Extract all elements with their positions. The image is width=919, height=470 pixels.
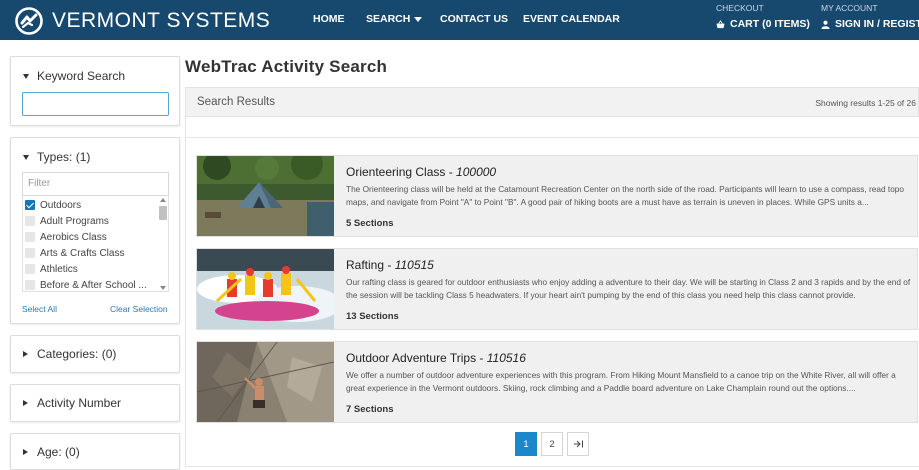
- activity-description: We offer a number of outdoor adventure e…: [346, 370, 896, 393]
- types-filter-input[interactable]: Filter: [22, 172, 169, 196]
- type-option-label: Outdoors: [40, 199, 82, 211]
- brand-logo[interactable]: VERMONT SYSTEMS: [14, 6, 270, 36]
- type-option-adult-programs[interactable]: Adult Programs: [25, 214, 109, 228]
- nav-contact-us[interactable]: CONTACT US: [440, 13, 508, 25]
- collapse-triangle-icon: [23, 73, 29, 79]
- activity-name: Rafting: [346, 258, 385, 272]
- types-panel: Types: (1) Filter Outdoors Adult Program…: [10, 137, 180, 324]
- checkbox[interactable]: [25, 232, 35, 242]
- activity-card[interactable]: Orienteering Class - 100000 The Orientee…: [196, 155, 918, 237]
- scroll-up-arrow-icon[interactable]: [160, 198, 166, 202]
- camping-tent-image[interactable]: [197, 156, 334, 236]
- checkbox[interactable]: [25, 248, 35, 258]
- last-page-icon: [573, 440, 583, 448]
- activity-number-panel[interactable]: Activity Number: [10, 384, 180, 422]
- age-panel[interactable]: Age: (0): [10, 433, 180, 470]
- sign-in-label: SIGN IN / REGISTER: [835, 18, 919, 30]
- activity-code: 110516: [486, 351, 526, 365]
- rock-climbing-image[interactable]: [197, 342, 334, 422]
- activity-card[interactable]: Outdoor Adventure Trips - 110516 We offe…: [196, 341, 918, 423]
- cart-link[interactable]: CART (0 ITEMS): [716, 18, 810, 30]
- type-option-outdoors[interactable]: Outdoors: [25, 198, 81, 212]
- activity-number-title: Activity Number: [37, 396, 122, 410]
- page-title: WebTrac Activity Search: [185, 57, 388, 76]
- type-option-aerobics-class[interactable]: Aerobics Class: [25, 230, 107, 244]
- activity-title[interactable]: Orienteering Class - 100000: [346, 165, 496, 179]
- activity-sections[interactable]: 5 Sections: [346, 218, 394, 229]
- nav-search-label: SEARCH: [366, 13, 411, 25]
- top-header: VERMONT SYSTEMS HOME SEARCH CONTACT US E…: [0, 0, 919, 40]
- type-option-label: Arts & Crafts Class: [40, 247, 125, 259]
- search-results-label: Search Results: [197, 96, 275, 108]
- types-scrollbar[interactable]: [159, 198, 167, 290]
- activity-description: Our rafting class is geared for outdoor …: [346, 277, 911, 300]
- checkout-label: CHECKOUT: [716, 3, 764, 13]
- sign-in-link[interactable]: SIGN IN / REGISTER: [821, 18, 919, 30]
- expand-triangle-icon: [23, 400, 28, 406]
- age-title: Age:: [37, 445, 62, 459]
- keyword-search-panel: Keyword Search: [10, 56, 180, 126]
- types-list[interactable]: Outdoors Adult Programs Aerobics Class A…: [22, 196, 169, 292]
- type-option-arts-crafts[interactable]: Arts & Crafts Class: [25, 246, 124, 260]
- scroll-thumb[interactable]: [159, 206, 167, 220]
- categories-count: (0): [101, 347, 117, 361]
- select-all-link[interactable]: Select All: [22, 304, 57, 314]
- expand-triangle-icon: [23, 449, 28, 455]
- cart-label: CART (0 ITEMS): [730, 18, 810, 30]
- expand-triangle-icon: [23, 351, 28, 357]
- activity-description: The Orienteering class will be held at t…: [346, 184, 905, 207]
- type-option-label: Athletics: [40, 263, 78, 275]
- whitewater-rafting-image[interactable]: [197, 249, 334, 329]
- type-option-label: Aerobics Class: [40, 231, 107, 243]
- activity-sections[interactable]: 13 Sections: [346, 311, 399, 322]
- age-header[interactable]: Age: (0): [23, 445, 80, 459]
- activity-name: Orienteering Class: [346, 165, 446, 179]
- keyword-search-header[interactable]: Keyword Search: [23, 69, 125, 83]
- activity-sections[interactable]: 7 Sections: [346, 404, 394, 415]
- search-results-bar: Search Results Showing results 1-25 of 2…: [185, 87, 919, 117]
- activity-title[interactable]: Rafting - 110515: [346, 258, 434, 272]
- page-button-2[interactable]: 2: [541, 432, 563, 456]
- clear-selection-link[interactable]: Clear Selection: [110, 304, 168, 314]
- pagination: 1 2: [515, 432, 589, 456]
- type-option-before-after-school[interactable]: Before & After School ...: [25, 278, 147, 291]
- categories-header[interactable]: Categories: (0): [23, 347, 116, 361]
- keyword-search-title: Keyword Search: [37, 69, 126, 83]
- checkbox-checked[interactable]: [25, 200, 35, 210]
- activity-title[interactable]: Outdoor Adventure Trips - 110516: [346, 351, 526, 365]
- type-option-athletics[interactable]: Athletics: [25, 262, 78, 276]
- age-count: (0): [65, 445, 80, 459]
- activity-card[interactable]: Rafting - 110515 Our rafting class is ge…: [196, 248, 918, 330]
- caret-down-icon: [414, 16, 423, 22]
- vermont-systems-logo-icon: [15, 7, 43, 35]
- basket-icon: [716, 19, 725, 28]
- activity-code: 100000: [456, 165, 497, 179]
- user-icon: [821, 20, 830, 29]
- nav-home[interactable]: HOME: [313, 13, 345, 25]
- collapse-triangle-icon: [23, 154, 29, 160]
- activity-code: 110515: [394, 258, 434, 272]
- activity-number-header[interactable]: Activity Number: [23, 396, 121, 410]
- type-option-label: Before & After School ...: [40, 279, 147, 291]
- divider: [185, 137, 919, 138]
- type-option-label: Adult Programs: [40, 215, 109, 227]
- types-count: (1): [75, 150, 91, 164]
- nav-event-calendar[interactable]: EVENT CALENDAR: [523, 13, 620, 25]
- checkbox[interactable]: [25, 280, 35, 290]
- results-count: Showing results 1-25 of 26: [815, 98, 916, 108]
- my-account-label: MY ACCOUNT: [821, 3, 878, 13]
- categories-panel[interactable]: Categories: (0): [10, 335, 180, 373]
- checkbox[interactable]: [25, 216, 35, 226]
- types-header[interactable]: Types: (1): [23, 150, 90, 164]
- scroll-down-arrow-icon[interactable]: [160, 286, 166, 290]
- brand-name: VERMONT SYSTEMS: [52, 9, 271, 32]
- last-page-button[interactable]: [567, 432, 589, 456]
- types-title: Types:: [37, 150, 73, 164]
- activity-name: Outdoor Adventure Trips: [346, 351, 477, 365]
- nav-search[interactable]: SEARCH: [366, 13, 423, 25]
- checkbox[interactable]: [25, 264, 35, 274]
- page-button-1[interactable]: 1: [515, 432, 537, 456]
- keyword-search-input[interactable]: [22, 92, 169, 116]
- categories-title: Categories:: [37, 347, 99, 361]
